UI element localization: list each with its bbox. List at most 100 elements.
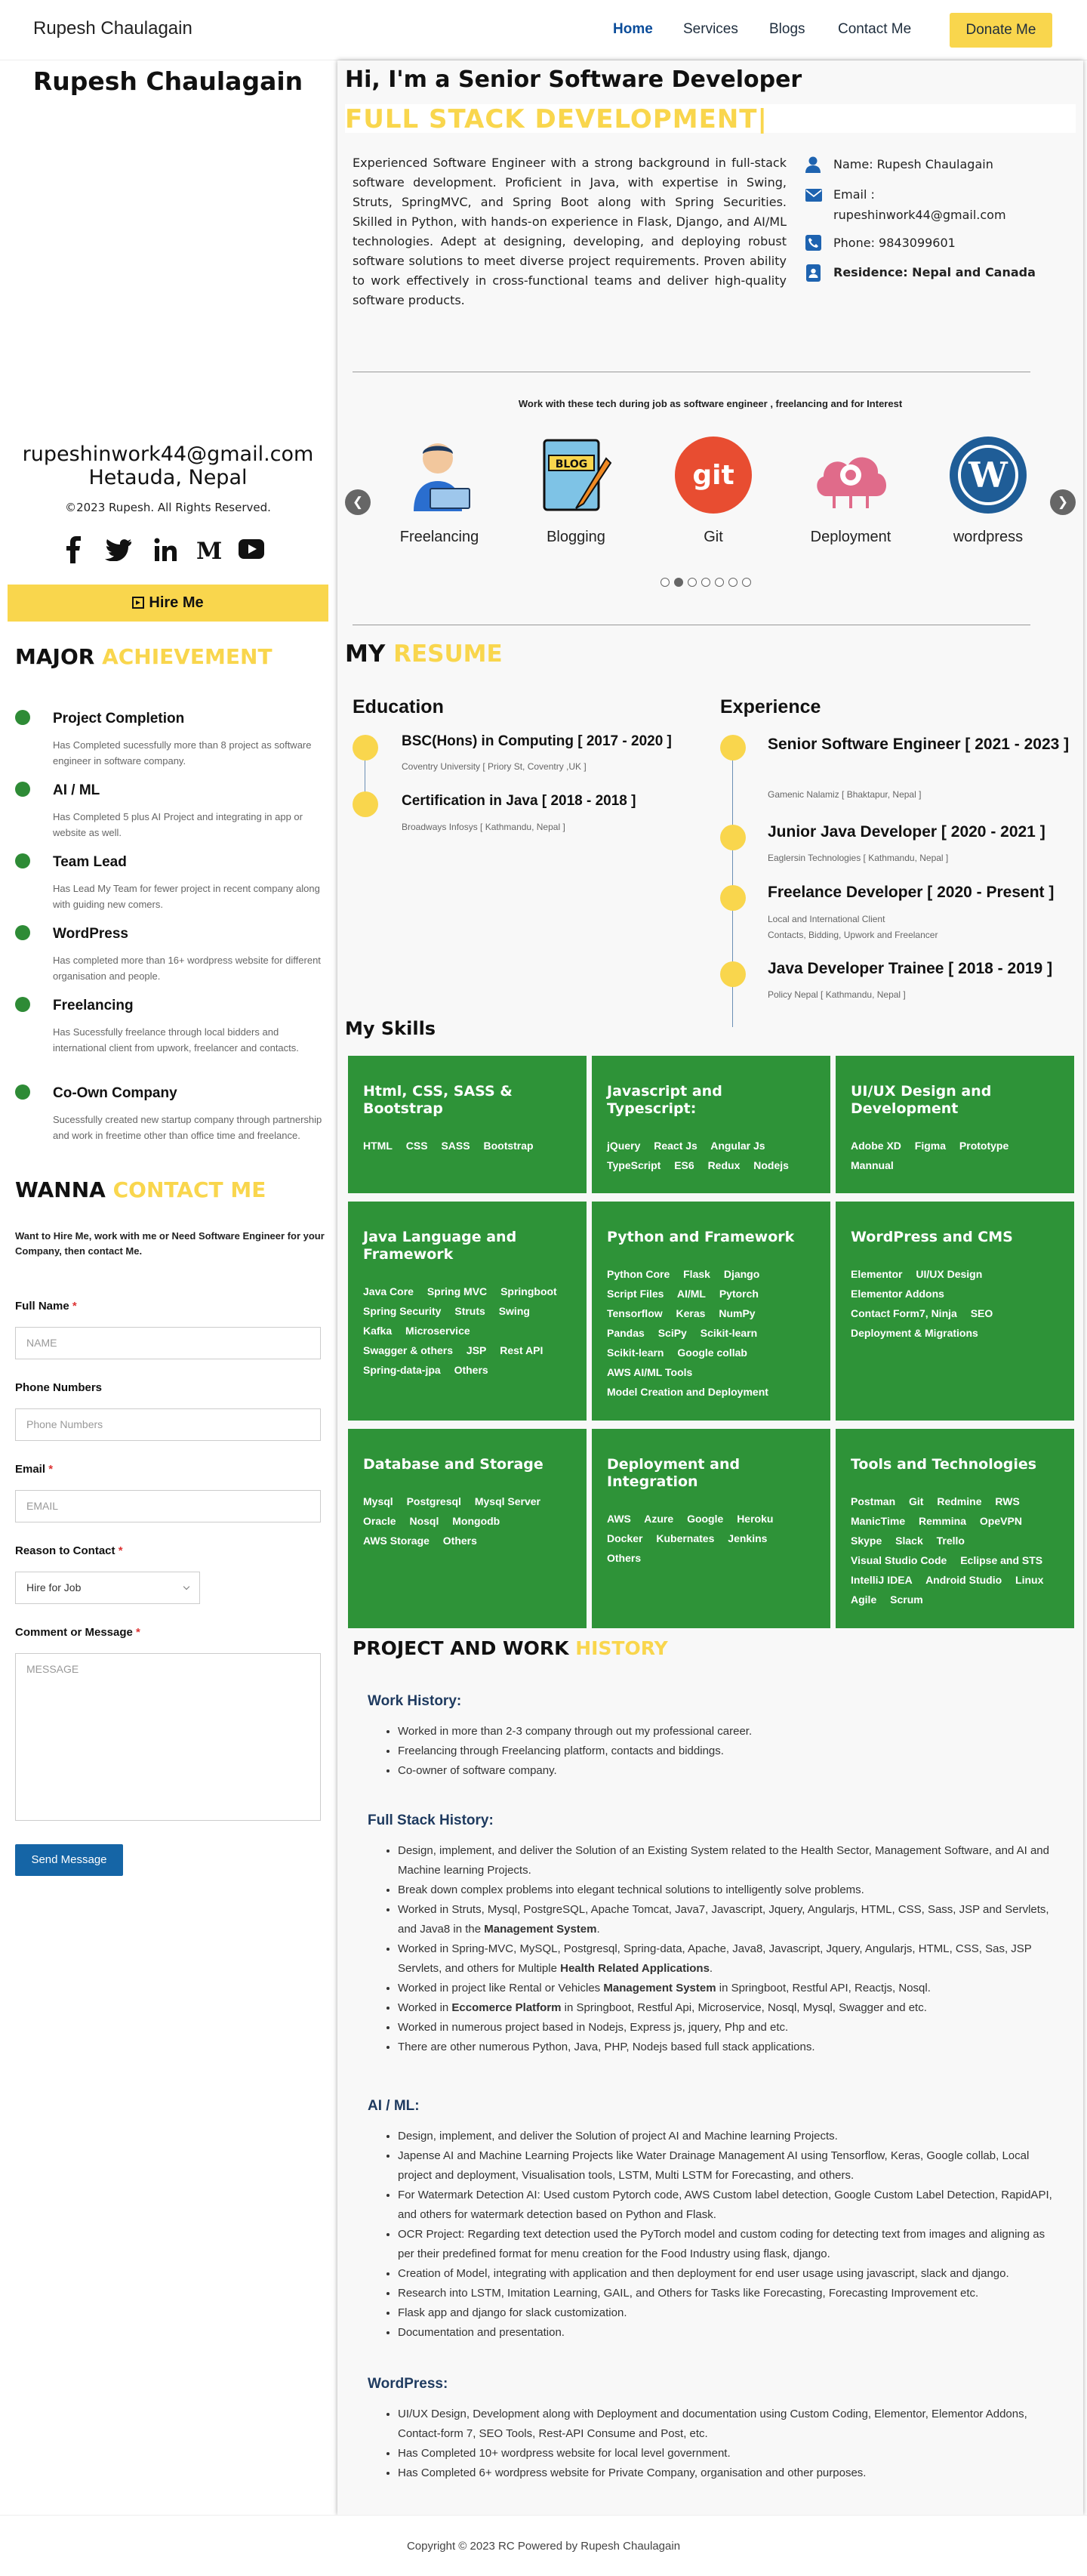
nav-services[interactable]: Services: [683, 21, 738, 38]
info-residence: Residence: Nepal and Canada: [833, 265, 1036, 279]
list-item: OCR Project: Regarding text detection us…: [398, 2225, 1062, 2264]
youtube-icon[interactable]: [239, 539, 264, 559]
nav-blogs[interactable]: Blogs: [769, 21, 805, 38]
skill-tag: Kubernates: [656, 1532, 715, 1544]
skill-title: Python and Framework: [607, 1229, 795, 1245]
skill-tag: Mysql: [363, 1495, 393, 1507]
message-textarea[interactable]: MESSAGE: [15, 1653, 321, 1821]
nav-home[interactable]: Home: [613, 21, 653, 38]
info-email-value[interactable]: rupeshinwork44@gmail.com: [833, 208, 1006, 222]
bio-text: Experienced Software Engineer with a str…: [353, 156, 787, 307]
achievement-title: Team Lead: [53, 854, 127, 870]
name-label: Full Name *: [15, 1300, 77, 1313]
achievement-desc: Sucessfully created new startup company …: [53, 1114, 322, 1141]
skill-tag: Google: [687, 1513, 724, 1525]
sidebar-email: rupeshinwork44@gmail.com: [22, 443, 314, 466]
list-item: Has Completed 6+ wordpress website for P…: [398, 2463, 1062, 2483]
achievement-desc: Has Completed 5 plus AI Project and inte…: [53, 811, 303, 838]
skill-tag: Visual Studio Code: [851, 1554, 947, 1566]
timeline-dot: [720, 885, 746, 911]
education-title: BSC(Hons) in Computing [ 2017 - 2020 ]: [402, 733, 672, 749]
skill-tag: SciPy: [657, 1327, 687, 1339]
twitter-icon[interactable]: [105, 538, 132, 561]
svg-text:BLOG: BLOG: [556, 458, 588, 470]
fullstack-list: Design, implement, and deliver the Solut…: [398, 1841, 1062, 2057]
medium-icon[interactable]: M: [196, 538, 222, 561]
skill-tags: jQuery React Js Angular Js TypeScript ES…: [607, 1136, 815, 1175]
hire-me-button[interactable]: Hire Me: [8, 585, 328, 622]
chevron-down-icon: [183, 1583, 190, 1590]
skill-tag: Mysql Server: [474, 1495, 540, 1507]
carousel-dot[interactable]: [688, 578, 697, 587]
svg-text:git: git: [692, 460, 734, 491]
skill-tag: Spring-data-jpa: [363, 1364, 441, 1376]
list-item: Creation of Model, integrating with appl…: [398, 2264, 1062, 2284]
svg-text:W: W: [968, 455, 1008, 495]
achievement-desc: Has Sucessfully freelance through local …: [53, 1026, 299, 1054]
phone-input[interactable]: Phone Numbers: [15, 1408, 321, 1441]
skill-tag: Nosql: [409, 1515, 439, 1527]
skill-tag: Microservice: [405, 1325, 470, 1337]
achievement-dot: [15, 1084, 30, 1100]
education-sub: Broadways Infosys [ Kathmandu, Nepal ]: [402, 822, 565, 832]
skill-tag: Others: [454, 1364, 488, 1376]
carousel-next-button[interactable]: ❯: [1050, 489, 1076, 515]
skill-tag: Heroku: [737, 1513, 774, 1525]
social-links: M: [65, 536, 276, 566]
skill-tag: Android Studio: [925, 1574, 1002, 1586]
skill-tag: Redmine: [937, 1495, 982, 1507]
skill-title: Tools and Technologies: [851, 1456, 1037, 1473]
skill-title: WordPress and CMS: [851, 1229, 1013, 1245]
skill-tag: Swagger & others: [363, 1344, 454, 1356]
carousel-dot[interactable]: [701, 578, 710, 587]
skill-tag: Java Core: [363, 1285, 414, 1297]
git-icon: git: [675, 437, 752, 514]
nav-contact[interactable]: Contact Me: [838, 21, 911, 38]
tech-label: wordpress: [953, 529, 1024, 545]
phone-label: Phone Numbers: [15, 1381, 103, 1394]
list-item: Co-owner of software company.: [398, 1761, 1062, 1781]
reason-select[interactable]: Hire for Job: [15, 1572, 200, 1604]
list-item: Has Completed 10+ wordpress website for …: [398, 2444, 1062, 2463]
carousel-dot[interactable]: [674, 578, 683, 587]
skill-tag: Azure: [644, 1513, 674, 1525]
list-item: UI/UX Design, Development along with Dep…: [398, 2405, 1062, 2444]
skill-tags: AWS Azure Google Heroku Docker Kubernate…: [607, 1509, 815, 1568]
carousel-prev-button[interactable]: ❮: [345, 489, 371, 515]
linkedin-icon[interactable]: [154, 538, 178, 562]
carousel-dot[interactable]: [661, 578, 670, 587]
skill-tag: Trello: [936, 1535, 965, 1547]
skill-tag: Agile: [851, 1593, 877, 1606]
tech-label: Git: [704, 529, 723, 545]
phone-icon: [805, 235, 821, 251]
carousel-dot[interactable]: [715, 578, 724, 587]
achievement-desc: Has completed more than 16+ wordpress we…: [53, 955, 321, 982]
name-input[interactable]: NAME: [15, 1327, 321, 1359]
list-item: Documentation and presentation.: [398, 2323, 1062, 2343]
skill-tag: CSS: [405, 1140, 428, 1152]
skill-tag: Postgresql: [406, 1495, 461, 1507]
experience-title: Senior Software Engineer [ 2021 - 2023 ]: [768, 736, 1070, 753]
info-name: Name: Rupesh Chaulagain: [833, 157, 993, 171]
skill-tag: Others: [442, 1535, 477, 1547]
wordpress-heading: WordPress:: [368, 2376, 448, 2392]
achievement-dot: [15, 782, 30, 797]
carousel-dot[interactable]: [728, 578, 737, 587]
skill-tag: Eclipse and STS: [960, 1554, 1043, 1566]
achievement-title: Project Completion: [53, 711, 185, 727]
email-input[interactable]: EMAIL: [15, 1490, 321, 1522]
skill-tag: Linux: [1015, 1574, 1044, 1586]
achievement-title: Freelancing: [53, 998, 134, 1013]
brand-name[interactable]: Rupesh Chaulagain: [33, 18, 192, 39]
send-message-button[interactable]: Send Message: [15, 1844, 123, 1876]
carousel-dot[interactable]: [742, 578, 751, 587]
experience-sub: Local and International Client: [768, 914, 885, 924]
achievement-heading: MAJOR ACHIEVEMENT: [15, 644, 273, 669]
skill-tag: Git: [909, 1495, 924, 1507]
skill-tag: Bootstrap: [483, 1140, 534, 1152]
skill-card: WordPress and CMS Elementor UI/UX Design …: [836, 1202, 1074, 1421]
skill-tags: Adobe XD Figma Prototype Mannual: [851, 1136, 1059, 1175]
facebook-icon[interactable]: [65, 536, 83, 563]
donate-button[interactable]: Donate Me: [950, 13, 1052, 48]
skill-tag: ES6: [674, 1159, 694, 1171]
